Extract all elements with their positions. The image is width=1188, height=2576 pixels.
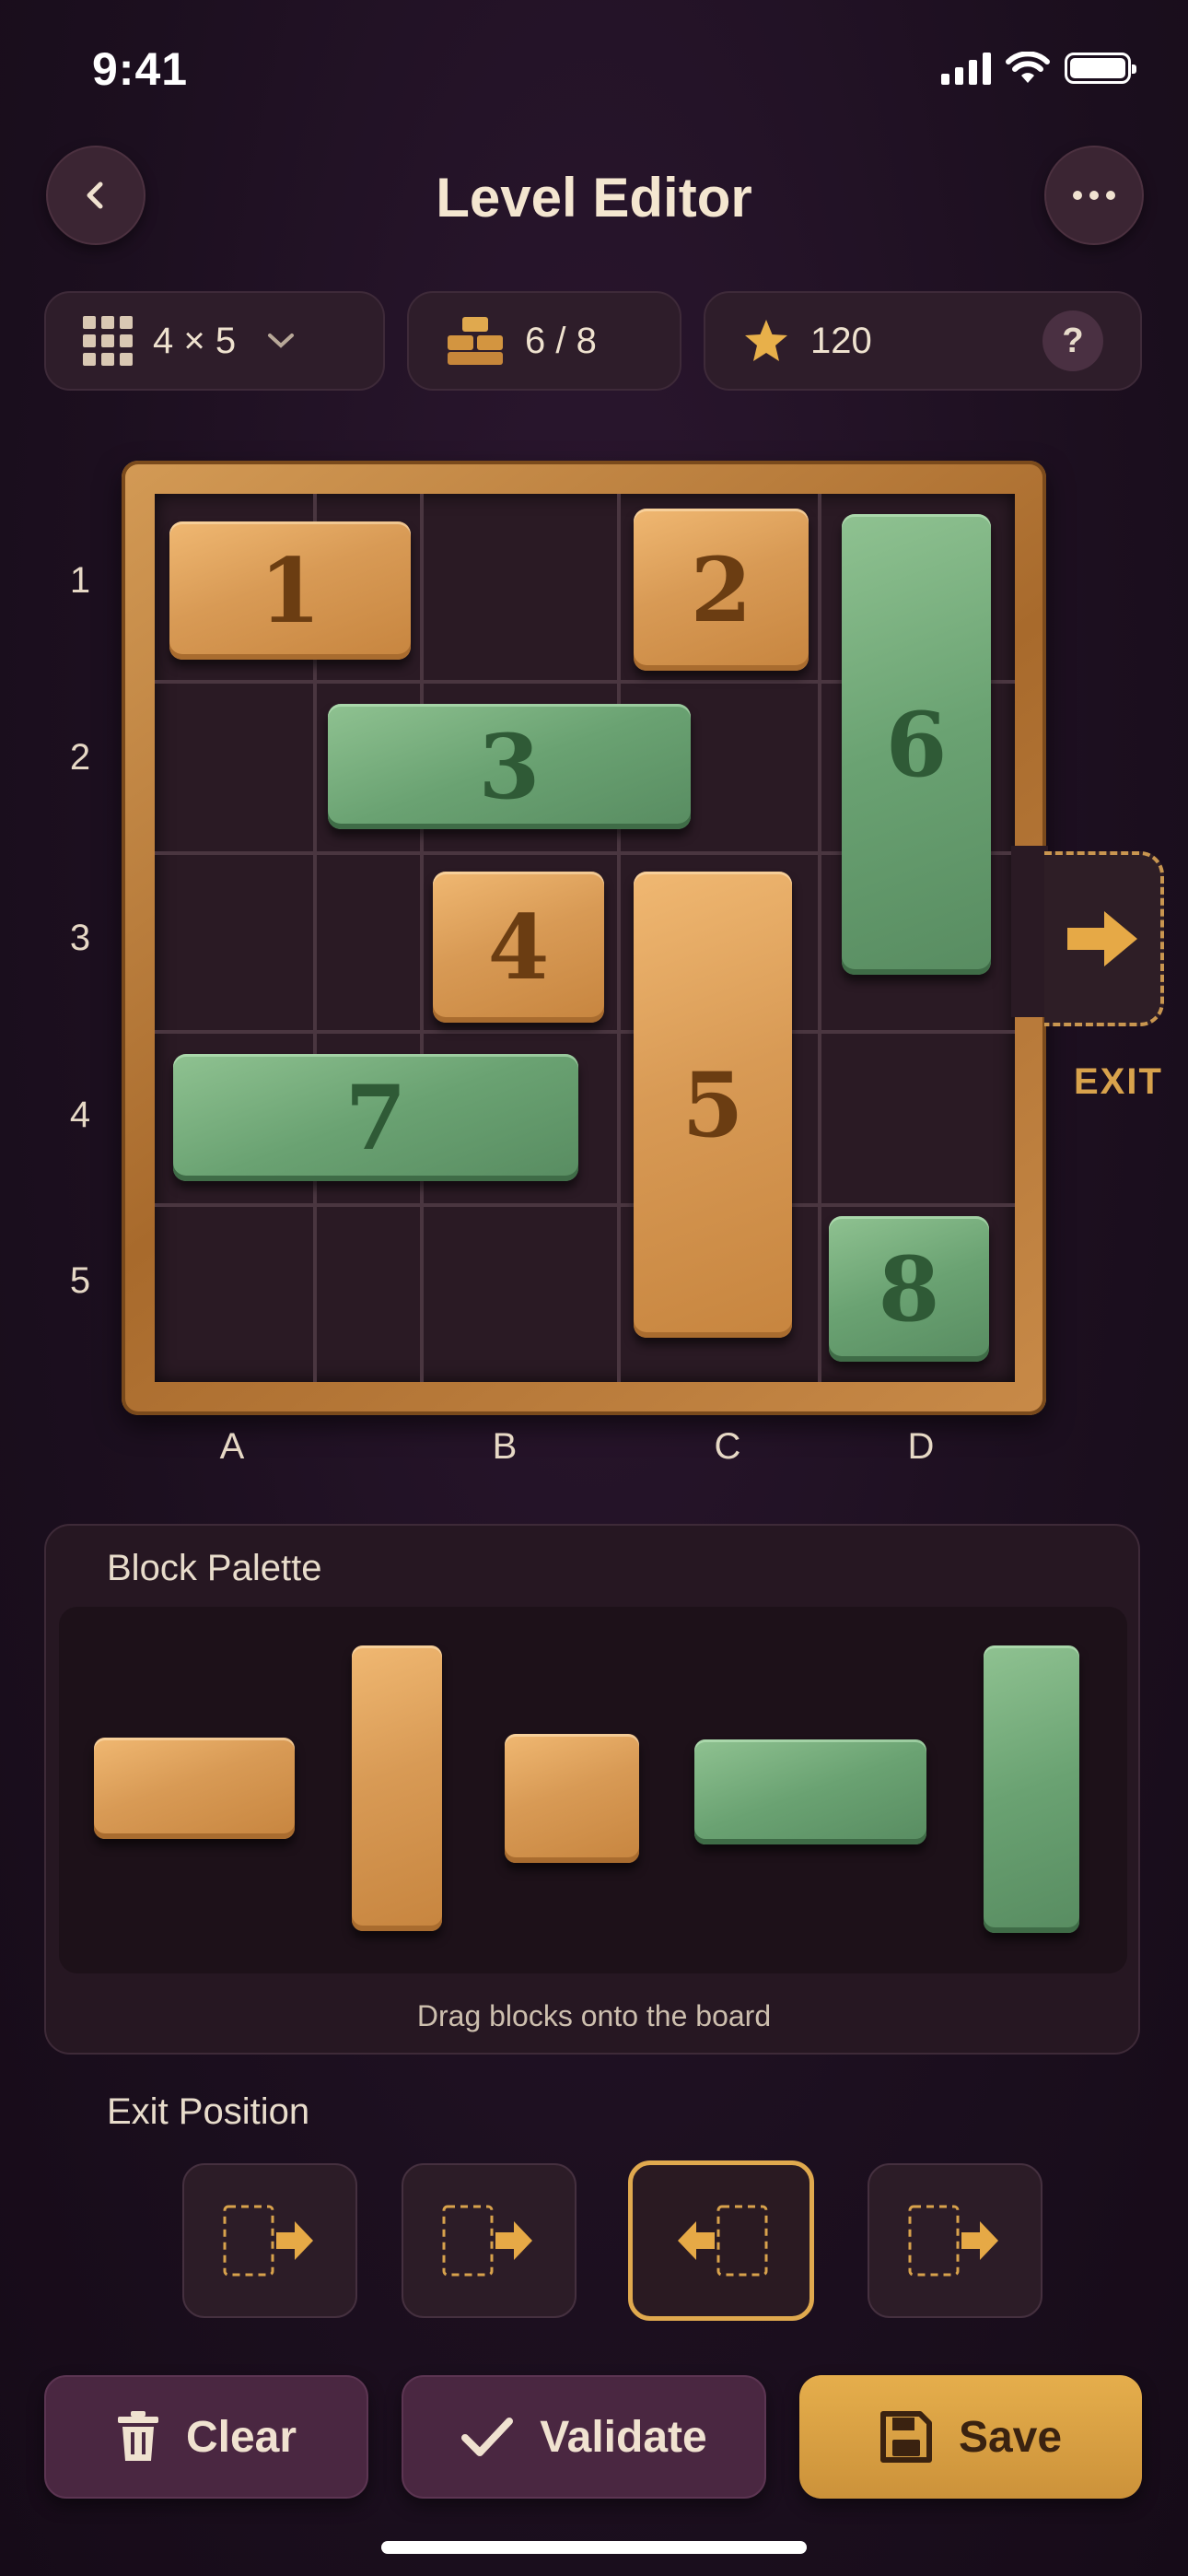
exit-left-icon (678, 2205, 768, 2277)
board-block-6[interactable]: 6 (842, 514, 991, 975)
palette-block-wood-vertical[interactable] (352, 1645, 442, 1931)
clear-button[interactable]: Clear (44, 2375, 368, 2499)
exit-option-right-1[interactable] (182, 2163, 357, 2318)
board-block-3[interactable]: 3 (328, 704, 691, 829)
blocks-count-pill: 6 / 8 (407, 291, 681, 391)
more-horizontal-icon (1073, 191, 1115, 200)
exit-option-right-3[interactable] (868, 2163, 1042, 2318)
home-indicator[interactable] (381, 2541, 807, 2554)
validate-button[interactable]: Validate (402, 2375, 766, 2499)
blocks-stack-icon (448, 317, 503, 365)
grid-line (617, 494, 621, 1382)
help-button[interactable]: ? (1042, 310, 1103, 371)
palette-block-stone-vertical[interactable] (984, 1645, 1079, 1933)
column-label: B (492, 1426, 518, 1467)
wifi-icon (1006, 52, 1050, 83)
column-label: D (907, 1426, 935, 1467)
grid-size-selector[interactable]: 4 × 5 (44, 291, 385, 391)
board-block-1[interactable]: 1 (169, 521, 411, 660)
exit-label: EXIT (1074, 1061, 1163, 1102)
grid-icon (83, 316, 133, 366)
palette-block-stone-horizontal[interactable] (694, 1739, 926, 1844)
exit-right-icon (223, 2205, 313, 2277)
checkmark-icon (461, 2418, 514, 2456)
column-label: C (714, 1426, 741, 1467)
battery-icon (1065, 53, 1136, 84)
save-button[interactable]: Save (799, 2375, 1142, 2499)
status-icons (941, 52, 1136, 85)
board-block-5[interactable]: 5 (634, 872, 792, 1338)
exit-option-right-2[interactable] (402, 2163, 577, 2318)
floppy-disk-icon (879, 2411, 932, 2463)
chevron-down-icon (268, 334, 295, 348)
palette-block-wood-horizontal[interactable] (94, 1738, 295, 1839)
palette-hint: Drag blocks onto the board (416, 1999, 772, 2032)
blocks-count-value: 6 / 8 (525, 320, 597, 361)
exit-right-icon (442, 2205, 532, 2277)
row-label: 2 (69, 737, 91, 778)
exit-option-left-selected[interactable] (628, 2160, 814, 2321)
more-options-button[interactable] (1044, 146, 1144, 245)
row-label: 5 (69, 1260, 91, 1301)
arrow-right-icon (1067, 911, 1137, 966)
row-label: 4 (69, 1095, 91, 1135)
clear-label: Clear (185, 2412, 297, 2462)
grid-line (155, 1203, 1015, 1207)
validate-label: Validate (540, 2412, 707, 2462)
block-palette-title: Block Palette (107, 1548, 322, 1588)
save-label: Save (958, 2412, 1063, 2462)
page-title: Level Editor (436, 167, 752, 228)
grid-line (155, 1030, 1015, 1034)
exit-right-icon (908, 2205, 998, 2277)
palette-block-wood-square[interactable] (505, 1734, 639, 1863)
star-icon (745, 320, 787, 361)
score-pill: 120 ? (704, 291, 1142, 391)
board-block-7[interactable]: 7 (173, 1054, 578, 1181)
grid-line (420, 494, 424, 1382)
board-block-8[interactable]: 8 (829, 1216, 989, 1362)
exit-marker (1044, 851, 1164, 1026)
cellular-signal-icon (941, 52, 991, 85)
board-block-2[interactable]: 2 (634, 509, 809, 671)
exit-opening (1011, 846, 1048, 1017)
exit-position-title: Exit Position (107, 2091, 310, 2132)
status-time: 9:41 (92, 43, 189, 95)
board-block-4[interactable]: 4 (433, 872, 604, 1023)
score-value: 120 (810, 320, 872, 361)
row-label: 1 (69, 560, 91, 601)
column-label: A (219, 1426, 245, 1467)
grid-line (818, 494, 821, 1382)
row-label: 3 (69, 918, 91, 958)
grid-size-value: 4 × 5 (153, 320, 237, 361)
trash-icon (117, 2411, 158, 2461)
